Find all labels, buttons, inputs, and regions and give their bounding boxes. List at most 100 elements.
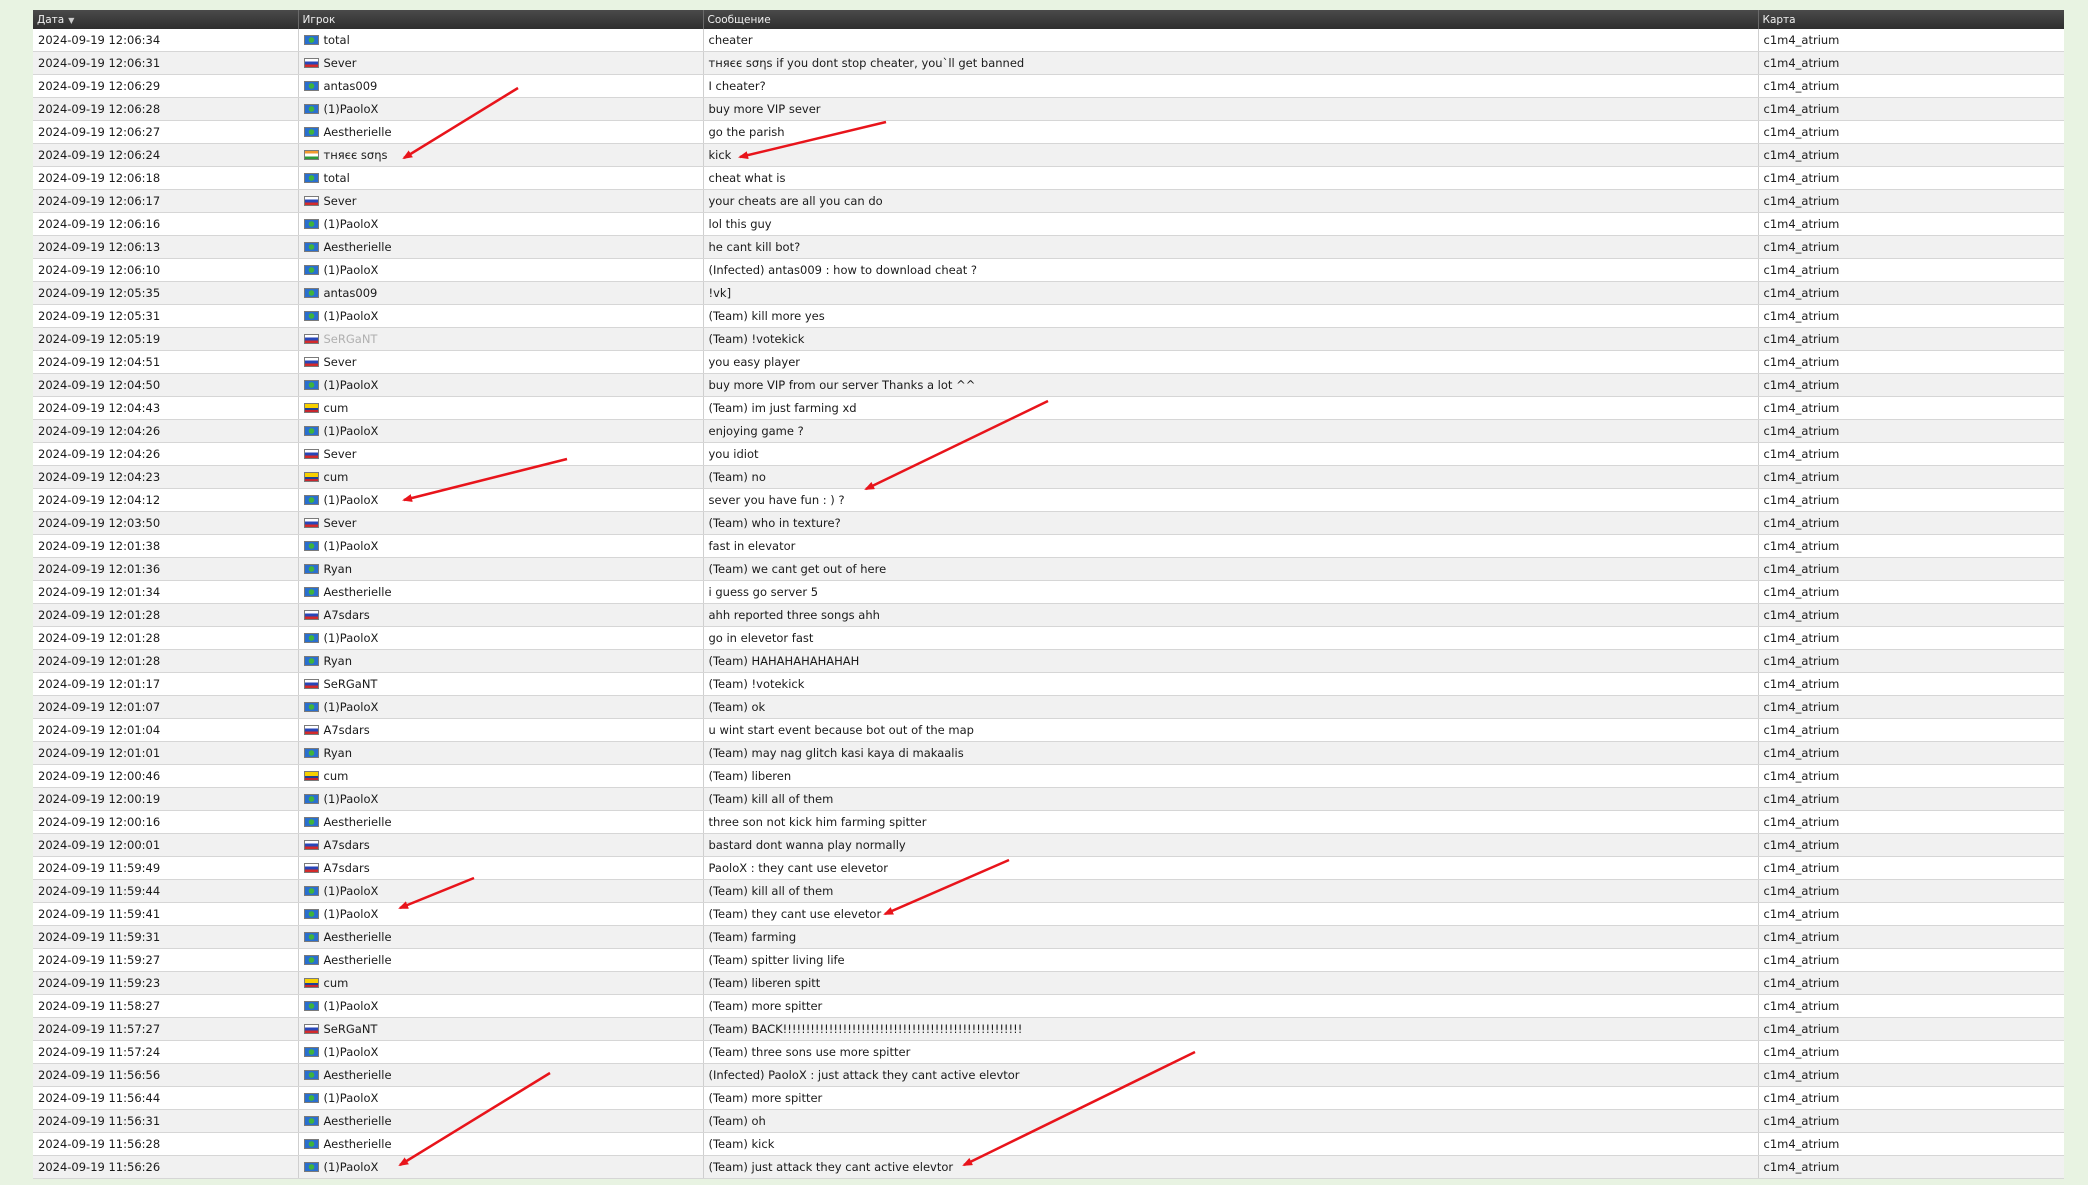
player-name-link[interactable]: Sever: [324, 516, 357, 530]
player-name-link[interactable]: (1)PaoloX: [324, 1160, 379, 1174]
country-flag-icon: [303, 150, 319, 160]
player-name-link[interactable]: (1)PaoloX: [324, 1091, 379, 1105]
player-name-link[interactable]: Aestherielle: [324, 585, 392, 599]
player-name-link[interactable]: A7sdars: [324, 838, 370, 852]
player-name-link[interactable]: Sever: [324, 447, 357, 461]
player-cell: cum: [298, 764, 704, 788]
player-name-link[interactable]: (1)PaoloX: [324, 309, 379, 323]
player-name-link[interactable]: (1)PaoloX: [324, 631, 379, 645]
map-cell: c1m4_atrium: [1758, 74, 2064, 98]
player-name-link[interactable]: antas009: [324, 286, 378, 300]
player-name-link[interactable]: Aestherielle: [324, 1137, 392, 1151]
country-flag-icon: [303, 702, 319, 712]
message-cell: (Team) may nag glitch kasi kaya di makaa…: [703, 741, 1759, 765]
player-name-link[interactable]: (1)PaoloX: [324, 1045, 379, 1059]
player-name-link[interactable]: Aestherielle: [324, 815, 392, 829]
player-name-link[interactable]: Aestherielle: [324, 953, 392, 967]
player-name-link[interactable]: (1)PaoloX: [324, 700, 379, 714]
player-name-link[interactable]: (1)PaoloX: [324, 378, 379, 392]
chat-log-container: Дата ▼ Игрок Сообщение Карта 2024-09-19 1…: [33, 10, 2064, 1179]
date-cell: 2024-09-19 11:59:23: [33, 971, 299, 995]
map-cell: c1m4_atrium: [1758, 787, 2064, 811]
player-name-link[interactable]: Ryan: [324, 562, 353, 576]
player-cell: (1)PaoloX: [298, 534, 704, 558]
message-cell: (Team) more spitter: [703, 994, 1759, 1018]
player-name-link[interactable]: Ryan: [324, 746, 353, 760]
country-flag-icon: [303, 978, 319, 988]
player-cell: Ryan: [298, 741, 704, 765]
player-name-link[interactable]: A7sdars: [324, 723, 370, 737]
country-flag-icon: [303, 1139, 319, 1149]
table-row: 2024-09-19 12:01:01 Ryan (Team) may nag gl…: [33, 741, 2064, 765]
country-flag-icon: [303, 955, 319, 965]
country-flag-icon: [303, 1024, 319, 1034]
map-cell: c1m4_atrium: [1758, 580, 2064, 604]
message-cell: (Team) im just farming xd: [703, 396, 1759, 420]
player-name-link[interactable]: Aestherielle: [324, 240, 392, 254]
message-cell: тняєє ѕσηѕ if you dont stop cheater, you…: [703, 51, 1759, 75]
player-name-link[interactable]: (1)PaoloX: [324, 999, 379, 1013]
message-cell: fast in elevator: [703, 534, 1759, 558]
message-cell: (Team) no: [703, 465, 1759, 489]
date-cell: 2024-09-19 11:58:27: [33, 994, 299, 1018]
player-name-link[interactable]: cum: [324, 470, 349, 484]
player-cell: antas009: [298, 74, 704, 98]
player-name-link[interactable]: (1)PaoloX: [324, 102, 379, 116]
date-cell: 2024-09-19 12:01:38: [33, 534, 299, 558]
player-cell: A7sdars: [298, 603, 704, 627]
player-cell: antas009: [298, 281, 704, 305]
player-name-link[interactable]: A7sdars: [324, 608, 370, 622]
player-name-link[interactable]: total: [324, 171, 350, 185]
player-name-link[interactable]: A7sdars: [324, 861, 370, 875]
player-cell: A7sdars: [298, 718, 704, 742]
player-name-link[interactable]: SeRGaNT: [324, 1022, 378, 1036]
player-name-link[interactable]: (1)PaoloX: [324, 884, 379, 898]
table-row: 2024-09-19 12:01:17 SeRGaNT (Team) !voteki…: [33, 672, 2064, 696]
player-name-link[interactable]: Aestherielle: [324, 1114, 392, 1128]
column-header-player[interactable]: Игрок: [298, 10, 704, 29]
player-name-link[interactable]: (1)PaoloX: [324, 263, 379, 277]
date-cell: 2024-09-19 11:56:31: [33, 1109, 299, 1133]
player-name-link[interactable]: Sever: [324, 355, 357, 369]
player-name-link[interactable]: Sever: [324, 56, 357, 70]
player-name-link[interactable]: Aestherielle: [324, 1068, 392, 1082]
player-name-link[interactable]: cum: [324, 769, 349, 783]
player-name-link[interactable]: total: [324, 33, 350, 47]
column-header-message[interactable]: Сообщение: [703, 10, 1759, 29]
player-name-link[interactable]: (1)PaoloX: [324, 907, 379, 921]
date-cell: 2024-09-19 12:06:24: [33, 143, 299, 167]
player-name-link[interactable]: (1)PaoloX: [324, 493, 379, 507]
player-name-link[interactable]: SeRGaNT: [324, 332, 378, 346]
player-name-link[interactable]: (1)PaoloX: [324, 424, 379, 438]
date-cell: 2024-09-19 12:01:28: [33, 649, 299, 673]
player-name-link[interactable]: тняєє ѕσηѕ: [324, 148, 388, 162]
date-cell: 2024-09-19 12:03:50: [33, 511, 299, 535]
column-header-date[interactable]: Дата ▼: [33, 10, 299, 29]
date-cell: 2024-09-19 11:56:28: [33, 1132, 299, 1156]
player-name-link[interactable]: cum: [324, 976, 349, 990]
player-name-link[interactable]: Aestherielle: [324, 125, 392, 139]
player-cell: Sever: [298, 511, 704, 535]
date-cell: 2024-09-19 11:57:27: [33, 1017, 299, 1041]
player-name-link[interactable]: Sever: [324, 194, 357, 208]
player-name-link[interactable]: (1)PaoloX: [324, 217, 379, 231]
player-name-link[interactable]: Ryan: [324, 654, 353, 668]
message-cell: (Team) kill all of them: [703, 787, 1759, 811]
date-cell: 2024-09-19 12:06:31: [33, 51, 299, 75]
player-name-link[interactable]: antas009: [324, 79, 378, 93]
player-name-link[interactable]: Aestherielle: [324, 930, 392, 944]
player-name-link[interactable]: (1)PaoloX: [324, 792, 379, 806]
message-cell: three son not kick him farming spitter: [703, 810, 1759, 834]
map-cell: c1m4_atrium: [1758, 1155, 2064, 1179]
player-cell: A7sdars: [298, 856, 704, 880]
player-name-link[interactable]: (1)PaoloX: [324, 539, 379, 553]
player-name-link[interactable]: cum: [324, 401, 349, 415]
country-flag-icon: [303, 334, 319, 344]
column-header-map[interactable]: Карта: [1758, 10, 2064, 29]
table-row: 2024-09-19 12:06:31 Sever тняєє ѕσηѕ if yo…: [33, 51, 2064, 75]
player-cell: A7sdars: [298, 833, 704, 857]
table-row: 2024-09-19 12:06:16 (1)PaoloX lol this guy…: [33, 212, 2064, 236]
player-name-link[interactable]: SeRGaNT: [324, 677, 378, 691]
date-cell: 2024-09-19 12:01:07: [33, 695, 299, 719]
map-cell: c1m4_atrium: [1758, 833, 2064, 857]
